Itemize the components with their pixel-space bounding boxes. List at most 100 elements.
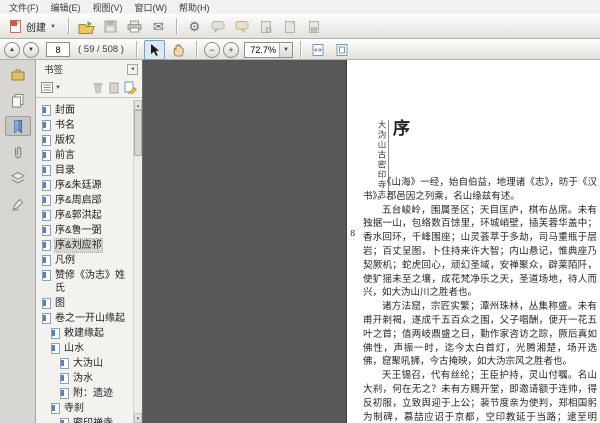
menu-item-help[interactable]: 帮助(H) <box>173 0 216 15</box>
bookmark-item[interactable]: 书名 <box>36 118 133 133</box>
create-button[interactable]: 创建 ▼ <box>4 17 61 36</box>
pages-icon <box>11 93 23 107</box>
menu-item-file[interactable]: 文件(F) <box>3 0 45 15</box>
bookmark-label: 敕建缘起 <box>64 328 104 339</box>
bookmark-item[interactable]: 赞修《沩志》姓氏 <box>36 268 133 296</box>
page-number-input[interactable] <box>46 42 70 57</box>
add-bookmark-button[interactable] <box>124 81 137 94</box>
main-toolbar: 创建 ▼ ✉ ⚙ <box>0 14 600 39</box>
from-file-button[interactable] <box>256 17 277 37</box>
scroll-up-icon: ▲ <box>135 102 141 108</box>
signature-panel-button[interactable] <box>5 194 31 214</box>
bookmark-label: 赞修《沩志》姓氏 <box>55 270 125 294</box>
bookmark-scrollbar[interactable]: ▲ ▼ <box>133 100 142 423</box>
bookmark-label: 寺刹 <box>64 403 84 414</box>
bookmark-item[interactable]: 前言 <box>36 148 133 163</box>
bookmark-label: 封面 <box>55 105 75 116</box>
select-tool-button[interactable] <box>143 39 165 60</box>
settings-button[interactable]: ⚙ <box>184 17 205 37</box>
fit-page-button[interactable] <box>332 40 353 60</box>
bookmark-item[interactable]: 敕建缘起 <box>36 326 133 341</box>
toolbox-panel-button[interactable] <box>5 64 31 84</box>
bookmarks-panel: 书签 ◄ ▼ 封面 书名 版权 前言 目录 序&朱廷源 序&周启郘 序&郭洪起 … <box>36 60 143 423</box>
email-button[interactable]: ✉ <box>148 17 169 37</box>
bookmark-label: 书名 <box>55 120 75 131</box>
navigation-panel-strip <box>0 60 36 423</box>
bookmark-item[interactable]: 序&周启郘 <box>36 193 133 208</box>
bookmark-page-icon <box>51 403 60 414</box>
app-window: 文件(F) 编辑(E) 视图(V) 窗口(W) 帮助(H) 创建 ▼ ✉ ⚙ ▲… <box>0 0 600 423</box>
bookmark-item[interactable]: 山水 <box>36 341 133 356</box>
bookmark-label: 大沩山 <box>73 358 103 369</box>
caret-down-icon: ▼ <box>278 42 292 57</box>
fit-width-button[interactable] <box>308 40 329 60</box>
bookmark-item[interactable]: 密印禅寺 <box>36 416 133 423</box>
bookmark-item[interactable]: 凡例 <box>36 253 133 268</box>
blank-page-icon <box>285 20 296 33</box>
zoom-out-button[interactable]: − <box>203 41 220 58</box>
open-file-button[interactable] <box>76 17 97 37</box>
bookmark-page-icon <box>42 180 51 191</box>
bookmark-item[interactable]: 序&刘应祁 <box>36 238 133 253</box>
collapse-panel-button[interactable]: ◄ <box>127 63 138 75</box>
bookmark-item[interactable]: 图 <box>36 296 133 311</box>
paperclip-icon <box>14 146 21 158</box>
menu-item-view[interactable]: 视图(V) <box>87 0 129 15</box>
prev-page-button[interactable]: ▲ <box>4 41 20 58</box>
bookmark-label: 凡例 <box>55 255 75 266</box>
zoom-level-control[interactable]: ▼ <box>243 41 293 58</box>
scroll-up-button[interactable]: ▲ <box>134 100 142 110</box>
caret-down-icon: ▼ <box>50 23 56 30</box>
bookmark-item[interactable]: 寺刹 <box>36 401 133 416</box>
zoom-level-input[interactable] <box>244 42 279 57</box>
hand-tool-button[interactable] <box>168 40 189 60</box>
next-page-button[interactable]: ▼ <box>23 41 39 58</box>
bookmark-item[interactable]: 序&朱廷源 <box>36 178 133 193</box>
bookmark-page-icon <box>42 270 51 281</box>
scrollbar-thumb[interactable] <box>134 110 142 156</box>
fit-width-icon <box>312 43 324 56</box>
page-count-label: ( 59 / 508 ) <box>78 44 124 55</box>
document-area[interactable]: 大沩山古密印寺志 序 8 《山海》一经，始自伯益，地理诸《志》，昉于《汉书》。郡… <box>143 60 600 423</box>
bookmark-item[interactable]: 序&鲁一弼 <box>36 223 133 238</box>
zoom-in-button[interactable]: + <box>222 41 239 58</box>
bookmark-label: 沩水 <box>73 373 93 384</box>
bookmark-item[interactable]: 沩水 <box>36 371 133 386</box>
bookmark-item[interactable]: 封面 <box>36 103 133 118</box>
set-destination-button[interactable] <box>109 82 119 94</box>
open-folder-icon <box>78 20 95 34</box>
bookmark-options-button[interactable]: ▼ <box>41 82 61 93</box>
layers-panel-button[interactable] <box>5 168 31 188</box>
comment-button[interactable] <box>208 17 229 37</box>
panel-toolbar: ▼ <box>36 78 142 98</box>
bookmarks-panel-button[interactable] <box>4 116 31 136</box>
bookmark-item[interactable]: 附：遗迹 <box>36 386 133 401</box>
toolbar-separator <box>195 41 197 58</box>
doc-from-file-icon <box>261 20 272 33</box>
from-scanner-button[interactable] <box>304 17 325 37</box>
menu-bar: 文件(F) 编辑(E) 视图(V) 窗口(W) 帮助(H) <box>0 0 600 14</box>
page-thumbnails-panel-button[interactable] <box>5 90 31 110</box>
doc-icon <box>109 82 119 93</box>
blank-page-button[interactable] <box>280 17 301 37</box>
bookmark-item[interactable]: 目录 <box>36 163 133 178</box>
bookmark-page-icon <box>60 373 69 384</box>
gear-icon: ⚙ <box>188 19 201 34</box>
attachments-panel-button[interactable] <box>5 142 31 162</box>
bookmark-item[interactable]: 序&郭洪起 <box>36 208 133 223</box>
delete-bookmark-button[interactable] <box>92 82 104 94</box>
bookmark-item[interactable]: 大沩山 <box>36 356 133 371</box>
menu-item-edit[interactable]: 编辑(E) <box>45 0 87 15</box>
fit-page-icon <box>336 43 348 56</box>
menu-item-window[interactable]: 窗口(W) <box>129 0 174 15</box>
doc-edit-icon <box>124 81 137 94</box>
typewriter-button[interactable] <box>232 17 253 37</box>
bookmark-item[interactable]: 版权 <box>36 133 133 148</box>
print-button[interactable] <box>124 17 145 37</box>
save-button[interactable] <box>100 17 121 37</box>
bookmark-label: 序&朱廷源 <box>55 180 102 191</box>
bookmark-item[interactable]: 卷之一开山缘起 <box>36 311 133 326</box>
scroll-down-button[interactable]: ▼ <box>134 413 142 423</box>
document-page: 大沩山古密印寺志 序 8 《山海》一经，始自伯益，地理诸《志》，昉于《汉书》。郡… <box>347 60 600 423</box>
toolbar-separator <box>67 18 69 35</box>
